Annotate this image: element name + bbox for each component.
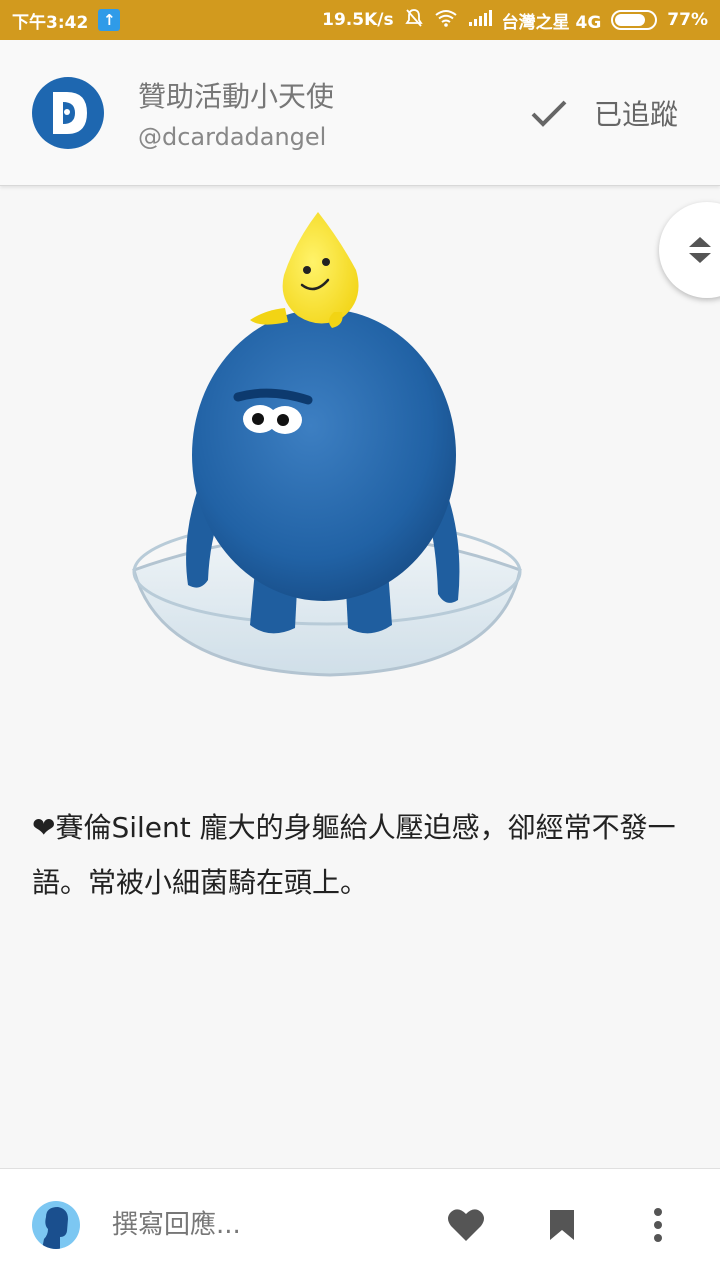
bookmark-button[interactable] bbox=[532, 1195, 592, 1255]
follow-button[interactable]: 已追蹤 bbox=[530, 93, 688, 133]
signal-icon bbox=[468, 10, 492, 30]
post-header: 贊助活動小天使 @dcardadangel 已追蹤 bbox=[0, 40, 720, 186]
post-body: ❤賽倫Silent 龐大的身軀給人壓迫感，卻經常不發一語。常被小細菌騎在頭上。 bbox=[32, 800, 692, 910]
status-time: 下午3:42 bbox=[12, 12, 89, 33]
battery-percent: 77% bbox=[667, 10, 708, 30]
status-bar: 下午3:42 ↑ 19.5K/s 台灣之星 4G 77% bbox=[0, 0, 720, 40]
reply-bar bbox=[0, 1168, 720, 1280]
scroll-up-icon bbox=[689, 237, 711, 247]
battery-icon bbox=[611, 10, 658, 30]
person-silhouette-icon bbox=[42, 1206, 68, 1249]
heart-icon bbox=[448, 1208, 484, 1241]
screen: 下午3:42 ↑ 19.5K/s 台灣之星 4G 77% 贊助活動小天使 @dc… bbox=[0, 0, 720, 1280]
bookmark-icon bbox=[550, 1209, 574, 1240]
fast-scroll-handle[interactable] bbox=[659, 202, 720, 298]
heart-emoji: ❤ bbox=[32, 811, 56, 844]
scroll-down-icon bbox=[689, 253, 711, 263]
checkmark-icon bbox=[531, 100, 567, 127]
user-avatar[interactable] bbox=[32, 1200, 80, 1249]
author-avatar[interactable] bbox=[32, 76, 104, 149]
follow-label: 已追蹤 bbox=[593, 97, 678, 131]
author-handle: @dcardadangel bbox=[138, 122, 327, 151]
post-text: 賽倫Silent 龐大的身軀給人壓迫感，卻經常不發一語。常被小細菌騎在頭上。 bbox=[32, 811, 676, 899]
like-button[interactable] bbox=[436, 1195, 496, 1255]
character-illustration bbox=[120, 200, 540, 690]
network-speed: 19.5K/s bbox=[322, 10, 394, 30]
battery-fill bbox=[615, 14, 645, 26]
more-options-button[interactable] bbox=[628, 1195, 688, 1255]
more-vertical-icon bbox=[654, 1207, 662, 1242]
upload-arrow-icon: ↑ bbox=[98, 9, 121, 31]
author-name[interactable]: 贊助活動小天使 bbox=[138, 75, 334, 115]
wifi-icon bbox=[434, 9, 458, 31]
carrier-label: 台灣之星 4G bbox=[501, 12, 602, 33]
mute-bell-icon bbox=[404, 8, 424, 32]
dcard-logo-icon bbox=[53, 91, 87, 134]
reply-input[interactable] bbox=[112, 1209, 412, 1240]
